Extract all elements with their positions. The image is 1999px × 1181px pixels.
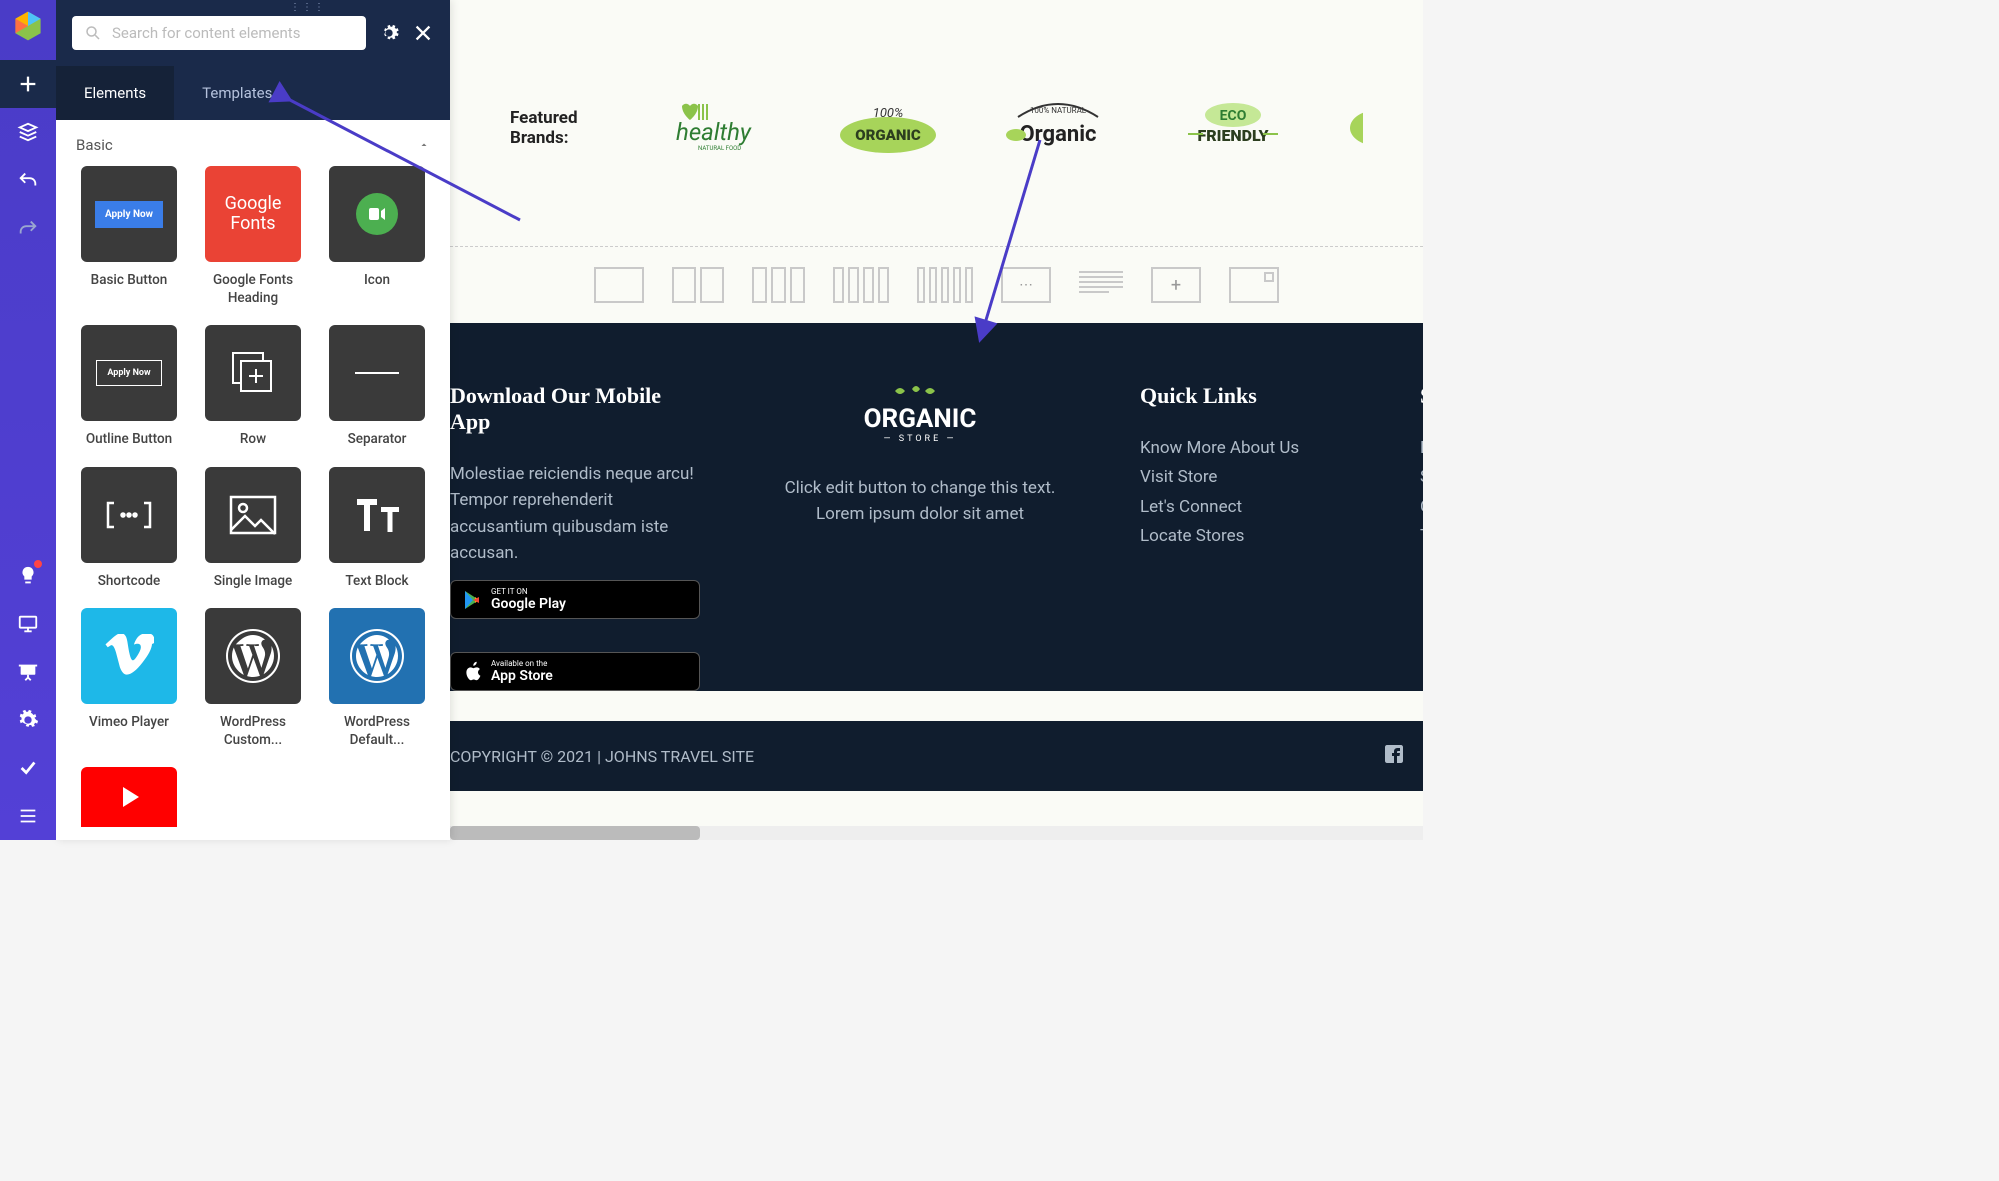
brands-label: Featured Brands: bbox=[510, 108, 608, 148]
layout-4col[interactable] bbox=[833, 267, 889, 303]
elements-panel: ⋮⋮⋮ Elements Templates Basic Apply NowBa… bbox=[56, 0, 450, 840]
rail-menu[interactable] bbox=[0, 792, 56, 840]
quick-link[interactable]: Let's Connect bbox=[1140, 494, 1340, 520]
element-icon[interactable]: Icon bbox=[320, 166, 434, 307]
layout-template[interactable] bbox=[1229, 267, 1279, 303]
site-link[interactable]: Ter bbox=[1420, 523, 1423, 549]
rail-confirm[interactable] bbox=[0, 744, 56, 792]
search-input[interactable] bbox=[112, 24, 354, 42]
google-play-badge[interactable]: GET IT ONGoogle Play bbox=[450, 580, 700, 619]
element-separator[interactable]: Separator bbox=[320, 325, 434, 449]
element-row[interactable]: Row bbox=[196, 325, 310, 449]
organic-logo: ORGANIC— STORE — bbox=[780, 383, 1060, 457]
quick-link[interactable]: Locate Stores bbox=[1140, 523, 1340, 549]
footer-bottom: COPYRIGHT © 2021 | JOHNS TRAVEL SITE bbox=[450, 721, 1423, 791]
row-layout-picker: ⋯ + bbox=[450, 246, 1423, 323]
element-shortcode[interactable]: Shortcode bbox=[72, 467, 186, 591]
rail-desktop[interactable] bbox=[0, 600, 56, 648]
layout-add[interactable]: + bbox=[1151, 267, 1201, 303]
rail-presentation[interactable] bbox=[0, 648, 56, 696]
element-youtube[interactable] bbox=[72, 767, 186, 837]
svg-text:100% NATURAL: 100% NATURAL bbox=[1030, 106, 1087, 115]
gear-icon[interactable] bbox=[378, 22, 400, 44]
footer-dark: Download Our Mobile App Molestiae reicie… bbox=[450, 323, 1423, 691]
app-store-badge[interactable]: Available on theApp Store bbox=[450, 652, 700, 691]
footer-col-site: Site Priv Sho Off Ter bbox=[1420, 383, 1423, 691]
horizontal-scrollbar[interactable] bbox=[450, 826, 1423, 840]
footer-title-1: Download Our Mobile App bbox=[450, 383, 700, 435]
canvas: Featured Brands: healthyNATURAL FOOD 100… bbox=[450, 0, 1423, 840]
rail-settings[interactable] bbox=[0, 696, 56, 744]
element-wp-default[interactable]: WordPress Default... bbox=[320, 608, 434, 749]
svg-text:— STORE —: — STORE — bbox=[884, 434, 957, 444]
layout-more[interactable]: ⋯ bbox=[1001, 267, 1051, 303]
layout-2col[interactable] bbox=[672, 267, 724, 303]
section-basic-header[interactable]: Basic bbox=[56, 120, 450, 166]
footer-col-logo: ORGANIC— STORE — Click edit button to ch… bbox=[780, 383, 1060, 691]
layout-1col[interactable] bbox=[594, 267, 644, 303]
element-single-image[interactable]: Single Image bbox=[196, 467, 310, 591]
rail-insights[interactable] bbox=[0, 552, 56, 600]
brand-organic-100: 100%ORGANIC bbox=[838, 100, 938, 156]
element-wp-custom[interactable]: WordPress Custom... bbox=[196, 608, 310, 749]
layout-3col[interactable] bbox=[752, 267, 805, 303]
svg-text:FRIENDLY: FRIENDLY bbox=[1197, 126, 1269, 145]
brand-eco-friendly: ECO FRIENDLY bbox=[1178, 100, 1288, 156]
tab-elements[interactable]: Elements bbox=[56, 66, 174, 120]
search-icon bbox=[84, 24, 102, 42]
element-google-fonts[interactable]: GoogleFontsGoogle Fonts Heading bbox=[196, 166, 310, 307]
layout-5col[interactable] bbox=[917, 267, 973, 303]
site-link[interactable]: Sho bbox=[1420, 464, 1423, 490]
svg-text:healthy: healthy bbox=[676, 118, 752, 146]
vc-logo bbox=[10, 8, 46, 44]
copyright: COPYRIGHT © 2021 | JOHNS TRAVEL SITE bbox=[450, 747, 754, 766]
brands-row: Featured Brands: healthyNATURAL FOOD 100… bbox=[450, 0, 1423, 216]
section-title: Basic bbox=[76, 136, 113, 154]
footer-col-app: Download Our Mobile App Molestiae reicie… bbox=[450, 383, 700, 691]
left-rail bbox=[0, 0, 56, 840]
rail-layers[interactable] bbox=[0, 108, 56, 156]
panel-tabs: Elements Templates bbox=[56, 66, 450, 120]
search-wrap bbox=[72, 16, 366, 50]
footer-col-links: Quick Links Know More About Us Visit Sto… bbox=[1140, 383, 1340, 691]
quick-link[interactable]: Know More About Us bbox=[1140, 435, 1340, 461]
close-icon[interactable] bbox=[412, 22, 434, 44]
svg-text:ORGANIC: ORGANIC bbox=[864, 404, 977, 434]
chevron-up-icon bbox=[418, 139, 430, 151]
site-link[interactable]: Off bbox=[1420, 494, 1423, 520]
site-link[interactable]: Priv bbox=[1420, 435, 1423, 461]
footer-text-2: Click edit button to change this text. L… bbox=[780, 475, 1060, 528]
facebook-icon[interactable] bbox=[1385, 745, 1403, 767]
rail-add[interactable] bbox=[0, 60, 56, 108]
panel-drag-handle[interactable]: ⋮⋮⋮ bbox=[290, 2, 326, 13]
footer-title-4: Site bbox=[1420, 383, 1423, 409]
element-basic-button[interactable]: Apply NowBasic Button bbox=[72, 166, 186, 307]
tab-templates[interactable]: Templates bbox=[174, 66, 300, 120]
brand-natural-organic: 100% NATURAL Organic bbox=[998, 100, 1118, 156]
element-outline-button[interactable]: Apply NowOutline Button bbox=[72, 325, 186, 449]
svg-text:ORGANIC: ORGANIC bbox=[855, 126, 921, 144]
elements-grid: Apply NowBasic Button GoogleFontsGoogle … bbox=[56, 166, 450, 840]
footer-title-3: Quick Links bbox=[1140, 383, 1340, 409]
svg-text:Organic: Organic bbox=[1019, 122, 1096, 147]
element-vimeo[interactable]: Vimeo Player bbox=[72, 608, 186, 749]
rail-undo[interactable] bbox=[0, 156, 56, 204]
svg-text:NATURAL FOOD: NATURAL FOOD bbox=[698, 145, 741, 152]
layout-text[interactable] bbox=[1079, 267, 1123, 303]
quick-link[interactable]: Visit Store bbox=[1140, 464, 1340, 490]
footer-text-1: Molestiae reiciendis neque arcu! Tempor … bbox=[450, 461, 700, 566]
rail-redo[interactable] bbox=[0, 204, 56, 252]
brand-partial bbox=[1348, 100, 1363, 156]
brand-healthy: healthyNATURAL FOOD bbox=[668, 100, 778, 156]
svg-text:ECO: ECO bbox=[1220, 108, 1247, 124]
element-text-block[interactable]: Text Block bbox=[320, 467, 434, 591]
